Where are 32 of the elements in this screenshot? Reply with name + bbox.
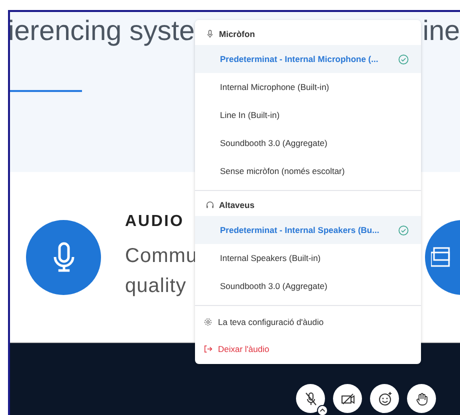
headphones-icon	[205, 200, 215, 210]
check-icon	[398, 54, 409, 64]
microphone-icon	[205, 29, 215, 39]
audio-title: AUDIO	[125, 213, 186, 231]
device-option[interactable]: Line In (Built-in)	[195, 101, 421, 129]
audio-description: Commu	[125, 244, 198, 269]
device-option[interactable]: Internal Speakers (Built-in)	[195, 244, 421, 272]
device-option[interactable]: Soundbooth 3.0 (Aggregate)	[195, 272, 421, 300]
gear-icon	[203, 316, 213, 326]
toolbar-button[interactable]	[296, 384, 325, 413]
exit-icon	[203, 344, 213, 354]
audio-description: quality	[125, 274, 188, 299]
section-heading: Altaveus	[219, 200, 254, 210]
camera-off-icon	[340, 390, 356, 406]
device-option[interactable]: Soundbooth 3.0 (Aggregate)	[195, 129, 421, 157]
hand-icon	[414, 390, 430, 406]
device-option[interactable]: Sense micròfon (només escoltar)	[195, 157, 421, 185]
menu-action[interactable]: Deixar l'àudio	[195, 335, 421, 362]
menu-action[interactable]: La teva configuració d'àudio	[195, 308, 421, 335]
toolbar-button[interactable]	[370, 384, 399, 413]
muted-microphone-icon	[302, 390, 318, 406]
device-option[interactable]: Predeterminat - Internal Speakers (Bu...	[195, 216, 421, 244]
smiley-icon	[376, 390, 392, 406]
toolbar-button[interactable]	[333, 384, 362, 413]
page-heading: ine	[422, 14, 460, 48]
check-icon	[398, 224, 409, 236]
page-heading: ierencing syste	[10, 14, 195, 48]
device-option[interactable]: Predeterminat - Internal Microphone (...	[195, 45, 421, 73]
heading-underline	[10, 90, 82, 92]
toolbar-button[interactable]	[407, 384, 436, 413]
device-option[interactable]: Internal Microphone (Built-in)	[195, 73, 421, 101]
section-heading: Micròfon	[219, 29, 255, 39]
